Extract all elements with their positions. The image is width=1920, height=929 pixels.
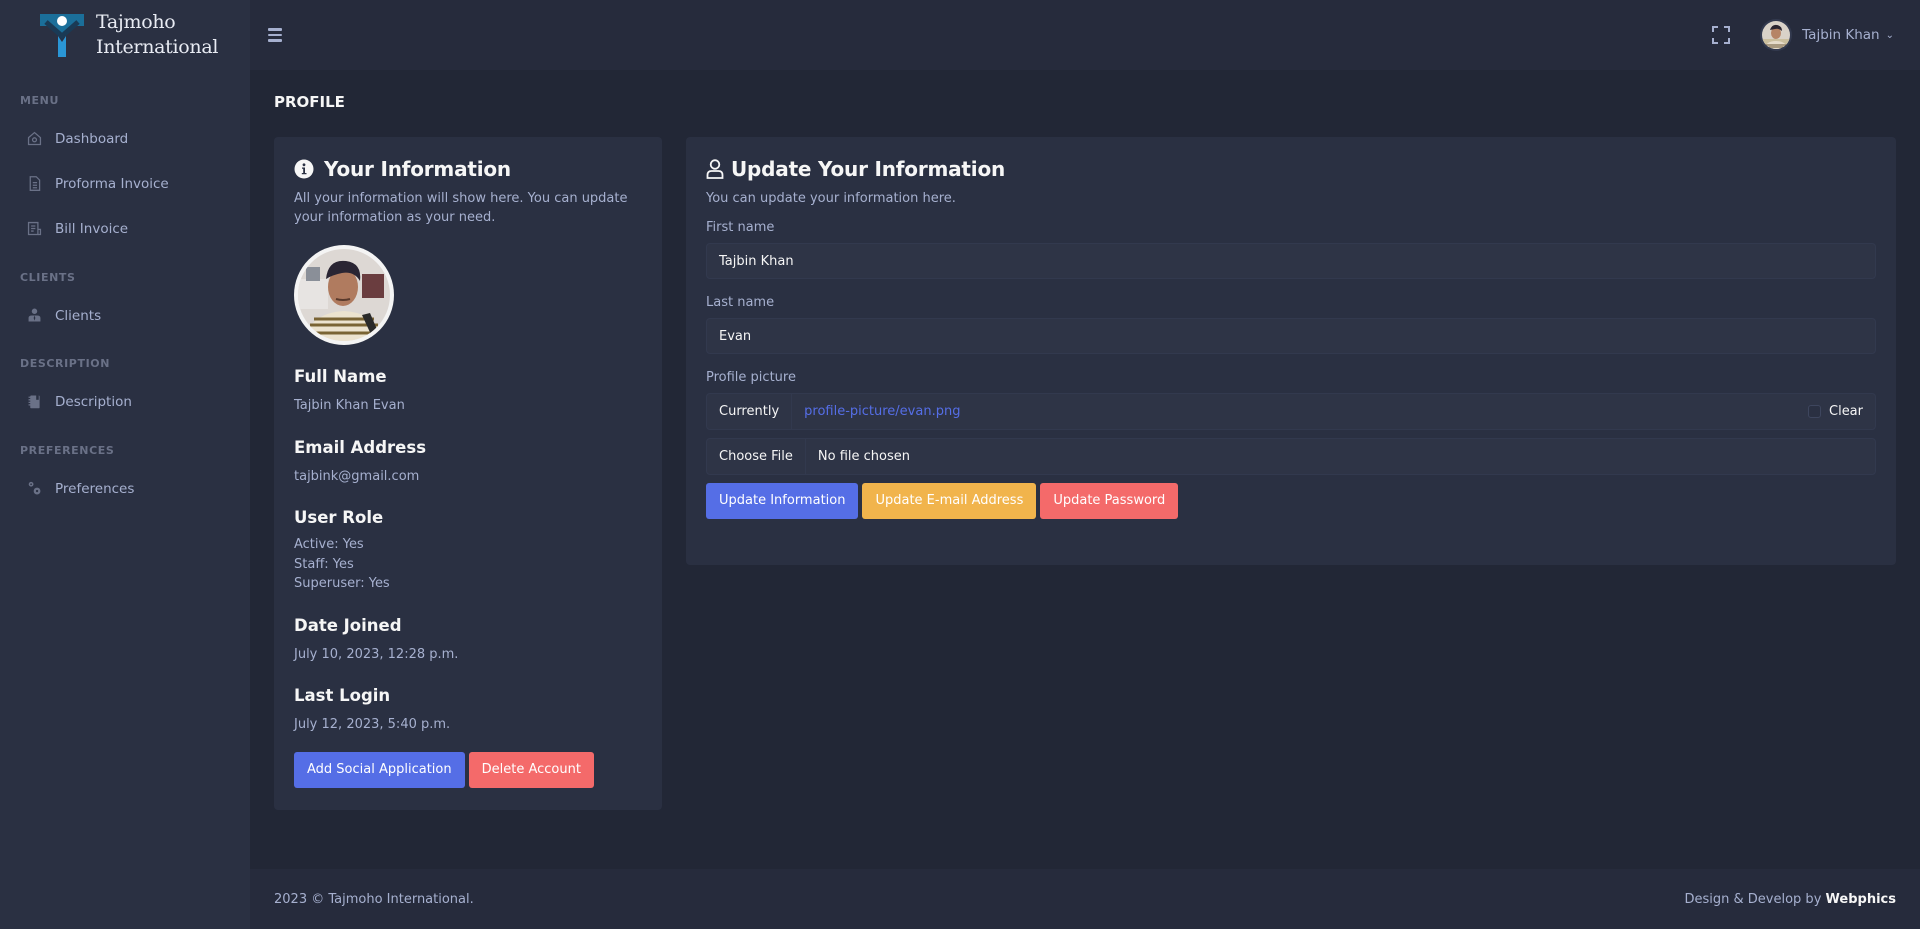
full-name-label: Full Name (294, 367, 387, 386)
sidebar-item-label: Bill Invoice (55, 220, 129, 237)
card-description: All your information will show here. You… (294, 191, 628, 225)
last-login-label: Last Login (294, 686, 391, 705)
receipt-icon (24, 219, 44, 239)
current-picture-group: Currently profile-picture/evan.png Clear (706, 393, 1876, 430)
sidebar-item-label: Clients (55, 307, 102, 324)
clear-label[interactable]: Clear (1829, 404, 1863, 419)
file-icon (24, 174, 44, 194)
full-name-value: Tajbin Khan Evan (294, 398, 405, 413)
preferences-section-title: Preferences (20, 444, 115, 457)
sidebar-item-label: Dashboard (55, 130, 129, 147)
user-dropdown[interactable]: Tajbin Khan ⌄ (1760, 19, 1894, 51)
topbar: Tajbin Khan ⌄ (250, 0, 1920, 70)
notebook-icon (24, 392, 44, 412)
info-icon (294, 159, 314, 179)
role-superuser: Superuser: Yes (294, 576, 390, 591)
sidebar-item-preferences[interactable]: Preferences (0, 466, 250, 511)
brand-line1: Tajmoho (96, 11, 176, 33)
sidebar-item-proforma-invoice[interactable]: Proforma Invoice (0, 161, 250, 206)
menu-toggle-icon[interactable] (268, 26, 286, 44)
description-section-title: Description (20, 357, 111, 370)
sidebar-item-label: Proforma Invoice (55, 175, 169, 192)
sidebar-item-dashboard[interactable]: Dashboard (0, 116, 250, 161)
file-input[interactable]: Choose File No file chosen (706, 438, 1876, 475)
user-name: Tajbin Khan (1802, 27, 1880, 43)
user-role-label: User Role (294, 508, 384, 527)
update-password-button[interactable]: Update Password (1040, 483, 1179, 519)
credit-text: Design & Develop by Webphics (1685, 892, 1897, 907)
logo-icon (40, 12, 84, 58)
first-name-label: First name (706, 220, 775, 235)
choose-file-button[interactable]: Choose File (707, 439, 806, 474)
your-information-card: Your Information All your information wi… (274, 137, 662, 810)
currently-label: Currently (707, 394, 793, 429)
date-joined-label: Date Joined (294, 615, 402, 635)
avatar (1760, 19, 1793, 51)
sidebar-item-clients[interactable]: Clients (0, 293, 250, 338)
sidebar-item-bill-invoice[interactable]: Bill Invoice (0, 206, 250, 251)
footer: 2023 © Tajmoho International. Design & D… (250, 869, 1920, 929)
current-file-link[interactable]: profile-picture/evan.png (804, 404, 960, 419)
email-value: tajbink@gmail.com (294, 468, 420, 484)
sidebar-item-label: Preferences (55, 480, 135, 497)
card-description: You can update your information here. (706, 191, 956, 206)
clients-section-title: Clients (20, 271, 76, 284)
user-icon (706, 159, 724, 179)
sidebar-item-description[interactable]: Description (0, 379, 250, 424)
last-login-value: July 12, 2023, 5:40 p.m. (294, 717, 451, 732)
file-status: No file chosen (817, 449, 910, 464)
copyright-text: 2023 © Tajmoho International. (274, 891, 474, 907)
fullscreen-icon[interactable] (1712, 26, 1731, 44)
brand-line2: International (96, 36, 219, 58)
delete-account-button[interactable]: Delete Account (468, 751, 594, 788)
last-name-label: Last name (706, 295, 775, 310)
menu-section-title: Menu (20, 94, 59, 107)
card-title: Your Information (324, 157, 511, 181)
profile-photo (294, 245, 394, 345)
credit-prefix: Design & Develop by (1684, 891, 1822, 907)
update-information-button[interactable]: Update Information (706, 483, 859, 519)
sidebar: Tajmoho International Menu Dashboard Pro… (0, 0, 250, 929)
user-role-values: Active: Yes Staff: Yes Superuser: Yes (294, 535, 642, 594)
update-email-button[interactable]: Update E-mail Address (862, 483, 1037, 519)
clear-checkbox[interactable] (1808, 405, 1821, 418)
first-name-input[interactable]: Tajbin Khan (706, 243, 1876, 279)
chevron-down-icon: ⌄ (1885, 29, 1894, 41)
page-title: PROFILE (274, 93, 345, 111)
email-label: Email Address (294, 437, 427, 457)
update-information-card: Update Your Information You can update y… (686, 137, 1896, 565)
last-name-input[interactable]: Evan (706, 318, 1876, 354)
date-joined-value: July 10, 2023, 12:28 p.m. (294, 646, 459, 662)
add-social-application-button[interactable]: Add Social Application (294, 751, 465, 788)
role-staff: Staff: Yes (294, 556, 354, 572)
brand-logo[interactable]: Tajmoho International (0, 0, 250, 70)
role-active: Active: Yes (294, 537, 364, 552)
sidebar-item-label: Description (55, 393, 132, 410)
credit-link[interactable]: Webphics (1826, 892, 1896, 907)
user-tie-icon (24, 306, 44, 326)
card-title: Update Your Information (731, 157, 1006, 181)
profile-picture-label: Profile picture (706, 370, 796, 385)
gears-icon (24, 479, 44, 499)
home-icon (24, 129, 44, 149)
